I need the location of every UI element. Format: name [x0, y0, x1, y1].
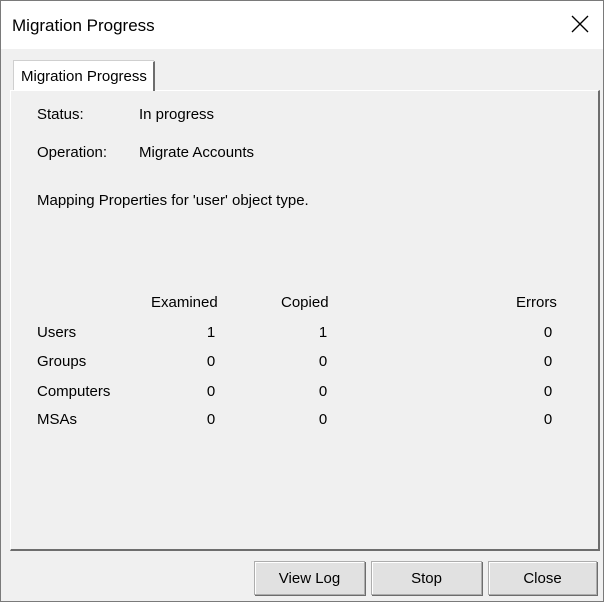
- close-button[interactable]: Close: [488, 561, 597, 595]
- migration-progress-dialog: Migration Progress Migration Progress St…: [0, 0, 604, 602]
- close-icon: [571, 15, 589, 33]
- row-label-users: Users: [37, 324, 77, 341]
- status-value: In progress: [139, 106, 215, 123]
- status-label: Status:: [37, 106, 84, 123]
- msas-examined: 0: [206, 411, 216, 428]
- row-label-computers: Computers: [37, 383, 111, 400]
- users-errors: 0: [543, 324, 553, 341]
- computers-errors: 0: [543, 383, 553, 400]
- msas-copied: 0: [318, 411, 328, 428]
- window-close-button[interactable]: [557, 1, 603, 47]
- progress-message: Mapping Properties for 'user' object typ…: [37, 192, 309, 209]
- msas-errors: 0: [543, 411, 553, 428]
- users-copied: 1: [318, 324, 328, 341]
- operation-value: Migrate Accounts: [139, 144, 255, 161]
- groups-errors: 0: [543, 353, 553, 370]
- title-bar: Migration Progress: [1, 1, 603, 49]
- operation-label: Operation:: [37, 144, 108, 161]
- column-header-examined: Examined: [151, 294, 218, 311]
- tab-migration-progress[interactable]: Migration Progress: [14, 61, 155, 91]
- view-log-button[interactable]: View Log: [254, 561, 365, 595]
- stop-button[interactable]: Stop: [371, 561, 482, 595]
- window-title: Migration Progress: [12, 16, 155, 35]
- row-label-msas: MSAs: [37, 411, 78, 428]
- column-header-errors: Errors: [516, 294, 557, 311]
- groups-copied: 0: [318, 353, 328, 370]
- row-label-groups: Groups: [37, 353, 87, 370]
- computers-copied: 0: [318, 383, 328, 400]
- column-header-copied: Copied: [281, 294, 329, 311]
- computers-examined: 0: [206, 383, 216, 400]
- users-examined: 1: [206, 324, 216, 341]
- groups-examined: 0: [206, 353, 216, 370]
